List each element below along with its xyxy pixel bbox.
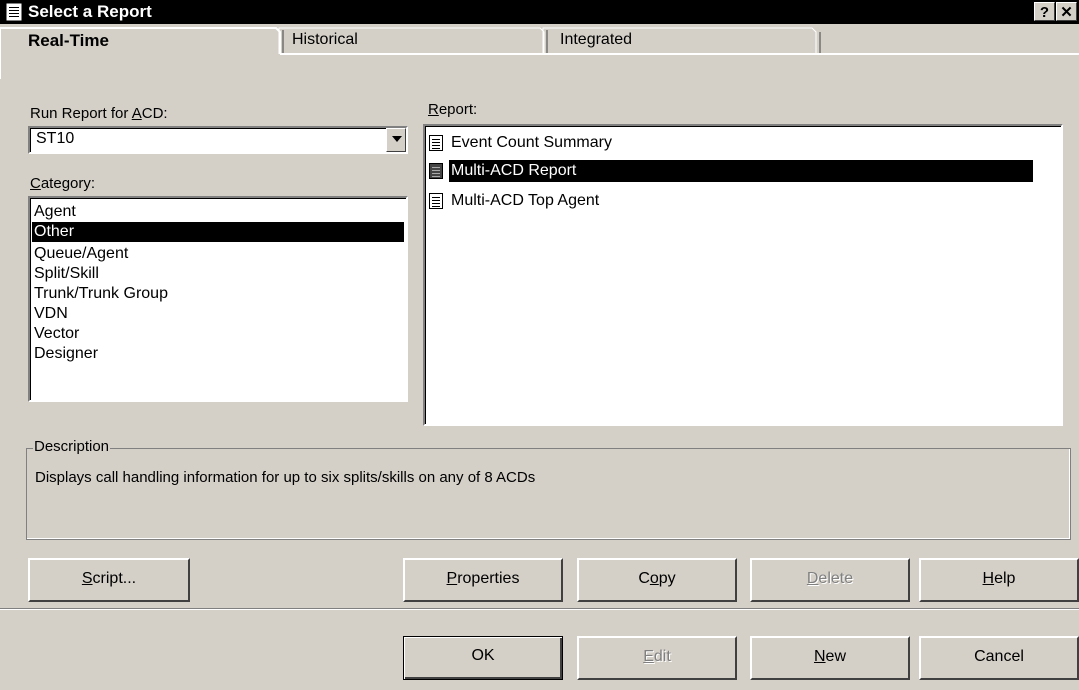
report-item-selected[interactable]: Multi-ACD Report (429, 160, 1033, 182)
category-item[interactable]: Split/Skill (32, 264, 404, 284)
edit-button-rest: dit (653, 648, 671, 665)
report-label-key: R (428, 101, 439, 118)
new-button-rest: ew (825, 648, 846, 665)
report-item-label: Event Count Summary (451, 134, 612, 151)
edit-button-key: E (643, 648, 654, 665)
report-document-icon (429, 163, 443, 179)
delete-button-key: D (806, 570, 819, 587)
copy-button[interactable]: Copy (577, 558, 737, 602)
description-text: Displays call handling information for u… (35, 469, 536, 486)
properties-button[interactable]: Properties (403, 558, 563, 602)
help-button-key: H (982, 570, 995, 587)
tab-integrated-label: Integrated (560, 31, 633, 48)
chevron-down-icon[interactable] (386, 128, 406, 152)
tab-real-time-label: Real-Time (28, 31, 109, 50)
category-label-post: ategory: (40, 175, 96, 192)
script-button[interactable]: Script... (28, 558, 190, 602)
report-label-post: eport: (438, 101, 478, 118)
tab-real-time[interactable]: Real-Time (4, 28, 276, 54)
new-button-key: N (813, 648, 826, 665)
new-button[interactable]: New (750, 636, 910, 680)
category-item[interactable]: Trunk/Trunk Group (32, 284, 404, 304)
report-label: Report: (428, 101, 477, 118)
run-report-label: Run Report for ACD: (30, 105, 168, 122)
category-item[interactable]: Queue/Agent (32, 244, 404, 264)
report-item[interactable]: Event Count Summary (429, 132, 1029, 154)
category-item[interactable]: Agent (32, 202, 404, 222)
description-group: Description Displays call handling infor… (26, 438, 1071, 540)
cancel-button[interactable]: Cancel (919, 636, 1079, 680)
title-bar: Select a Report ? ✕ (0, 0, 1079, 24)
tab-historical[interactable]: Historical (284, 28, 540, 54)
properties-button-key: P (446, 570, 458, 587)
category-item[interactable]: Vector (32, 324, 404, 344)
separator-highlight (0, 609, 1079, 610)
report-document-icon (429, 193, 443, 209)
description-title: Description (33, 438, 111, 455)
category-item[interactable]: VDN (32, 304, 404, 324)
tab-strip: Real-Time Historical Integrated (0, 24, 1079, 82)
run-report-label-post: CD: (141, 105, 168, 122)
acd-combobox[interactable]: ST10 (28, 126, 408, 154)
tab-historical-label: Historical (292, 31, 358, 48)
category-listbox[interactable]: Agent Other Queue/Agent Split/Skill Trun… (28, 196, 408, 402)
report-listbox[interactable]: Event Count Summary Multi-ACD Report Mul… (423, 124, 1063, 426)
run-report-label-key: A (131, 105, 142, 122)
copy-button-key: o (649, 570, 659, 587)
run-report-label-pre: Run Report for (30, 105, 132, 122)
category-label-key: C (30, 175, 41, 192)
edit-button[interactable]: Edit (577, 636, 737, 680)
report-item-label: Multi-ACD Report (449, 160, 1033, 182)
close-title-button[interactable]: ✕ (1056, 2, 1077, 21)
script-button-rest: cript... (92, 570, 137, 587)
help-button[interactable]: Help (919, 558, 1079, 602)
report-document-icon (429, 135, 443, 151)
copy-button-rest: py (658, 570, 676, 587)
script-button-key: S (81, 570, 93, 587)
tab-integrated[interactable]: Integrated (548, 28, 812, 54)
report-app-icon (6, 3, 22, 21)
help-title-button[interactable]: ? (1034, 2, 1055, 21)
category-item-selected[interactable]: Other (32, 222, 404, 242)
report-item[interactable]: Multi-ACD Top Agent (429, 190, 1029, 212)
window-title: Select a Report (28, 2, 152, 21)
report-item-label: Multi-ACD Top Agent (451, 192, 600, 209)
help-button-rest: elp (994, 570, 1016, 587)
ok-button[interactable]: OK (403, 636, 563, 680)
acd-combobox-value: ST10 (36, 130, 75, 147)
delete-button-rest: elete (818, 570, 854, 587)
category-label: Category: (30, 175, 95, 192)
copy-button-pre: C (638, 570, 650, 587)
delete-button[interactable]: Delete (750, 558, 910, 602)
category-item[interactable]: Designer (32, 344, 404, 364)
properties-button-rest: roperties (457, 570, 520, 587)
